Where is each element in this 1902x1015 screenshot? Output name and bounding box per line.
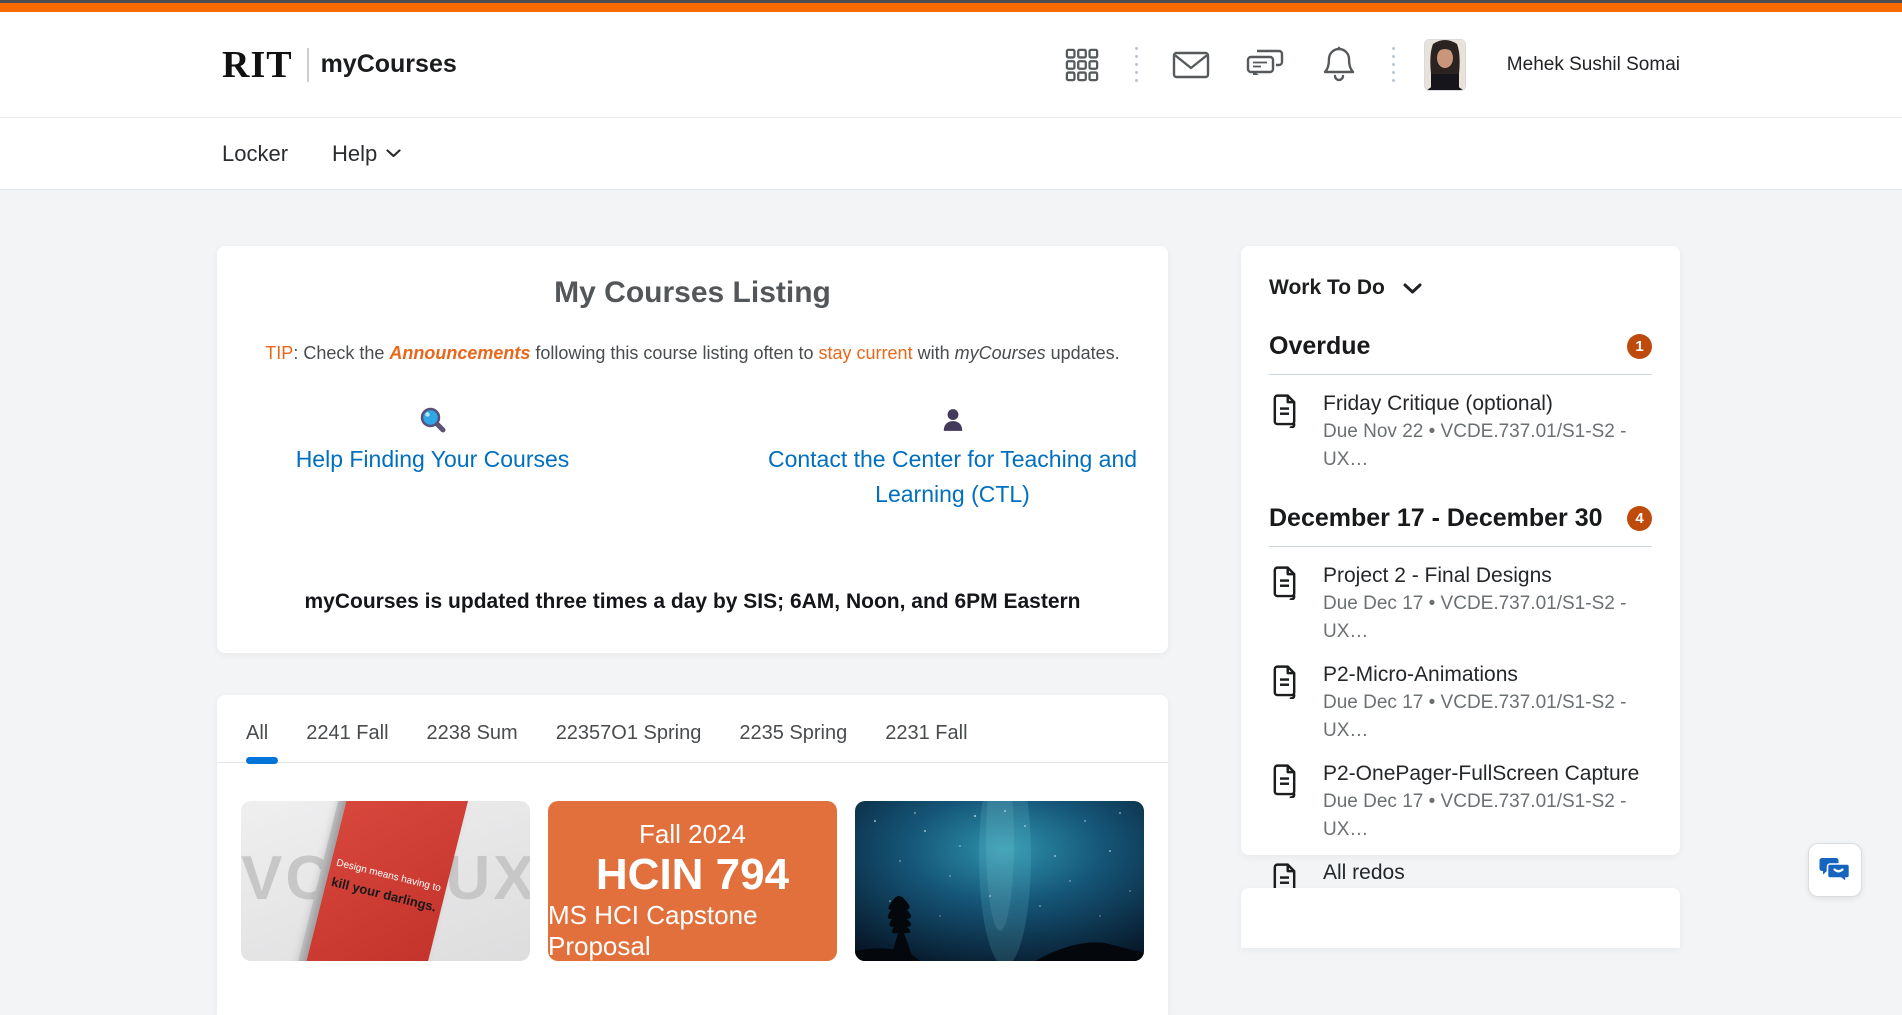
help-chat-button[interactable] — [1808, 843, 1862, 897]
tip-text: TIP: Check the Announcements following t… — [265, 343, 1120, 363]
chat-icon[interactable] — [1242, 42, 1288, 88]
nav-help[interactable]: Help — [332, 141, 401, 167]
courses-card: All 2241 Fall 2238 Sum 22357O1 Spring 22… — [217, 695, 1168, 1015]
todo-title[interactable]: Project 2 - Final Designs — [1323, 562, 1652, 590]
announcements-link[interactable]: Announcements — [389, 343, 530, 363]
next-widget-card — [1241, 888, 1680, 948]
assignment-icon — [1269, 390, 1300, 474]
todo-meta: Due Dec 17 • VCDE.737.01/S1-S2 - UX… — [1323, 692, 1627, 741]
todo-meta: Due Dec 17 • VCDE.737.01/S1-S2 - UX… — [1323, 791, 1627, 840]
todo-meta: Due Nov 22 • VCDE.737.01/S1-S2 - UX… — [1323, 421, 1627, 470]
chevron-down-icon — [386, 149, 401, 158]
user-avatar[interactable] — [1424, 39, 1465, 90]
tab-2235-spring[interactable]: 2235 Spring — [739, 722, 847, 762]
todo-meta: Due Dec 17 • VCDE.737.01/S1-S2 - UX… — [1323, 593, 1627, 642]
tab-all[interactable]: All — [246, 722, 279, 764]
overdue-count-badge: 1 — [1627, 334, 1652, 359]
todo-title[interactable]: P2-OnePager-FullScreen Capture — [1323, 760, 1652, 788]
work-to-do-widget: Work To Do Overdue 1 Friday Critique (op… — [1241, 246, 1680, 939]
notifications-bell-icon[interactable] — [1316, 42, 1362, 88]
section-heading-dec17-30: December 17 - December 30 — [1269, 504, 1603, 532]
logo-divider — [306, 47, 309, 82]
term-tabs: All 2241 Fall 2238 Sum 22357O1 Spring 22… — [217, 695, 1168, 764]
email-icon[interactable] — [1168, 42, 1214, 88]
app-logo[interactable]: RIT myCourses — [222, 12, 457, 117]
help-finding-courses-link[interactable]: Help Finding Your Courses — [296, 442, 570, 477]
todo-title[interactable]: All redos — [1323, 859, 1652, 887]
magnifier-icon — [420, 407, 445, 433]
divider — [1269, 546, 1652, 547]
header: RIT myCourses Mehek Sushil Somai — [0, 12, 1902, 118]
red-book-graphic: Design means having to kill your darling… — [300, 801, 472, 961]
todo-title[interactable]: P2-Micro-Animations — [1323, 661, 1652, 689]
tab-2238-sum[interactable]: 2238 Sum — [427, 722, 518, 762]
my-courses-listing-card: My Courses Listing TIP: Check the Announ… — [217, 246, 1168, 653]
dotted-divider — [1390, 47, 1397, 82]
tab-22357o1-spring[interactable]: 22357O1 Spring — [556, 722, 702, 762]
nav-locker[interactable]: Locker — [222, 141, 288, 167]
user-name[interactable]: Mehek Sushil Somai — [1507, 54, 1680, 76]
navbar: Locker Help — [0, 118, 1902, 190]
todo-item[interactable]: Friday Critique (optional) Due Nov 22 • … — [1269, 390, 1652, 474]
dotted-divider — [1133, 47, 1140, 82]
course-banner-vcde-ux[interactable]: VCDE UX Design means having to kill your… — [241, 801, 530, 961]
upcoming-count-badge: 4 — [1627, 506, 1652, 531]
contact-ctl-link[interactable]: Contact the Center for Teaching and Lear… — [753, 442, 1153, 512]
tab-2231-fall[interactable]: 2231 Fall — [885, 722, 967, 762]
section-heading-overdue: Overdue — [1269, 332, 1371, 360]
chevron-down-icon — [1403, 283, 1422, 293]
top-orange-strip — [0, 3, 1902, 12]
todo-item[interactable]: P2-OnePager-FullScreen Capture Due Dec 1… — [1269, 760, 1652, 844]
assignment-icon — [1269, 760, 1300, 844]
tab-2241-fall[interactable]: 2241 Fall — [306, 722, 388, 762]
course-banner-hcin-794[interactable]: Fall 2024 HCIN 794 MS HCI Capstone Propo… — [548, 801, 837, 961]
todo-item[interactable]: Project 2 - Final Designs Due Dec 17 • V… — [1269, 562, 1652, 646]
assignment-icon — [1269, 562, 1300, 646]
todo-title[interactable]: Friday Critique (optional) — [1323, 390, 1652, 418]
divider — [1269, 374, 1652, 375]
course-banner-night-sky[interactable] — [855, 801, 1144, 961]
todo-item[interactable]: P2-Micro-Animations Due Dec 17 • VCDE.73… — [1269, 661, 1652, 745]
update-notice: myCourses is updated three times a day b… — [304, 590, 1081, 613]
mycourses-logo: myCourses — [320, 50, 457, 78]
rit-logo: RIT — [222, 43, 293, 86]
chat-bubbles-icon — [1819, 858, 1851, 884]
apps-grid-icon[interactable] — [1059, 42, 1105, 88]
assignment-icon — [1269, 661, 1300, 745]
page-title: My Courses Listing — [554, 276, 831, 309]
work-to-do-header[interactable]: Work To Do — [1269, 276, 1652, 300]
person-bust-icon — [943, 409, 962, 431]
